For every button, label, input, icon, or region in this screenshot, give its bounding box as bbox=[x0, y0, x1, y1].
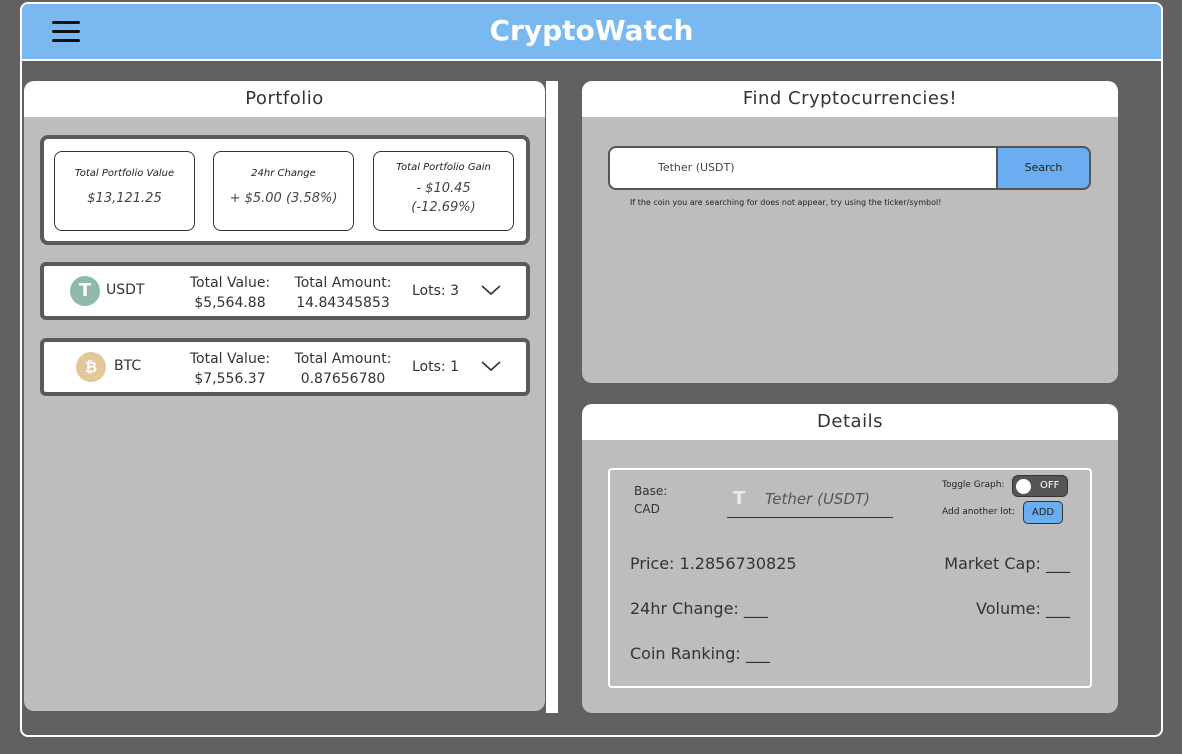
coin-lots: Lots: 1 bbox=[412, 359, 459, 375]
change-value: + $5.00 (3.58%) bbox=[229, 191, 338, 206]
total-value: $5,564.88 bbox=[194, 295, 266, 311]
change-stat: 24hr Change: ___ bbox=[630, 599, 768, 618]
panel-divider[interactable] bbox=[546, 81, 558, 713]
price-stat: Price: 1.2856730825 bbox=[630, 554, 797, 573]
chevron-down-icon[interactable] bbox=[480, 358, 502, 374]
find-panel: Find Cryptocurrencies! Tether (USDT) Sea… bbox=[582, 81, 1118, 383]
coin-total-amount: Total Amount: 0.87656780 bbox=[288, 349, 398, 389]
total-value: $7,556.37 bbox=[194, 371, 266, 387]
coin-name: Tether (USDT) bbox=[765, 490, 871, 508]
total-amount: 14.84345853 bbox=[296, 295, 390, 311]
chevron-down-icon[interactable] bbox=[480, 282, 502, 298]
portfolio-title: Portfolio bbox=[24, 81, 545, 117]
coin-symbol: USDT bbox=[106, 282, 145, 298]
coin-total-value: Total Value: $7,556.37 bbox=[174, 349, 286, 389]
coin-symbol: BTC bbox=[114, 358, 142, 374]
coin-row-usdt[interactable]: T USDT Total Value: $5,564.88 Total Amou… bbox=[40, 262, 530, 320]
change-card: 24hr Change + $5.00 (3.58%) bbox=[213, 151, 354, 231]
portfolio-panel: Portfolio Total Portfolio Value $13,121.… bbox=[24, 81, 545, 711]
toggle-state: OFF bbox=[1040, 480, 1060, 491]
add-lot-label: Add another lot: bbox=[942, 507, 1015, 517]
portfolio-summary: Total Portfolio Value $13,121.25 24hr Ch… bbox=[40, 135, 530, 245]
search-hint: If the coin you are searching for does n… bbox=[630, 198, 942, 207]
base-value: CAD bbox=[634, 502, 660, 516]
gain-percent: (-12.69%) bbox=[411, 200, 476, 215]
total-value-label: Total Portfolio Value bbox=[74, 168, 175, 179]
gain-card: Total Portfolio Gain - $10.45 (-12.69%) bbox=[373, 151, 514, 231]
tether-logo-icon: T bbox=[733, 488, 746, 509]
total-amount-label: Total Amount: bbox=[294, 275, 392, 291]
gain-amount: - $10.45 bbox=[416, 181, 471, 196]
volume-stat: Volume: ___ bbox=[976, 599, 1070, 618]
ranking-stat: Coin Ranking: ___ bbox=[630, 644, 770, 663]
details-panel: Details Base: CAD T Tether (USDT) Toggle… bbox=[582, 404, 1118, 713]
coin-total-amount: Total Amount: 14.84345853 bbox=[288, 273, 398, 313]
search-button[interactable]: Search bbox=[996, 146, 1091, 190]
toggle-knob bbox=[1016, 479, 1031, 494]
total-value-label: Total Value: bbox=[189, 275, 271, 291]
coin-lots: Lots: 3 bbox=[412, 283, 459, 299]
gain-value: - $10.45 (-12.69%) bbox=[374, 179, 513, 217]
total-amount-label: Total Amount: bbox=[294, 351, 392, 367]
total-value: $13,121.25 bbox=[87, 191, 162, 206]
search-input[interactable]: Tether (USDT) bbox=[608, 146, 996, 190]
details-box: Base: CAD T Tether (USDT) Toggle Graph: … bbox=[608, 468, 1092, 688]
tether-logo-icon: T bbox=[70, 276, 100, 306]
base-label: Base: bbox=[634, 484, 668, 498]
base-currency: Base: CAD bbox=[634, 482, 667, 518]
coin-row-btc[interactable]: ₿ BTC Total Value: $7,556.37 Total Amoun… bbox=[40, 338, 530, 396]
toggle-graph-label: Toggle Graph: bbox=[942, 480, 1005, 490]
coin-total-value: Total Value: $5,564.88 bbox=[174, 273, 286, 313]
details-title: Details bbox=[582, 404, 1118, 440]
gain-label: Total Portfolio Gain bbox=[396, 162, 491, 173]
coin-select[interactable]: T Tether (USDT) bbox=[727, 482, 893, 518]
bitcoin-logo-icon: ₿ bbox=[76, 352, 106, 382]
total-value-card: Total Portfolio Value $13,121.25 bbox=[54, 151, 195, 231]
total-value-label: Total Value: bbox=[189, 351, 271, 367]
total-amount: 0.87656780 bbox=[300, 371, 386, 387]
toggle-graph-switch[interactable]: OFF bbox=[1012, 475, 1068, 497]
app-title: CryptoWatch bbox=[489, 14, 694, 47]
change-label: 24hr Change bbox=[251, 168, 316, 179]
find-title: Find Cryptocurrencies! bbox=[582, 81, 1118, 117]
header: CryptoWatch bbox=[22, 4, 1161, 61]
market-cap-stat: Market Cap: ___ bbox=[944, 554, 1070, 573]
add-lot-button[interactable]: ADD bbox=[1023, 501, 1063, 524]
